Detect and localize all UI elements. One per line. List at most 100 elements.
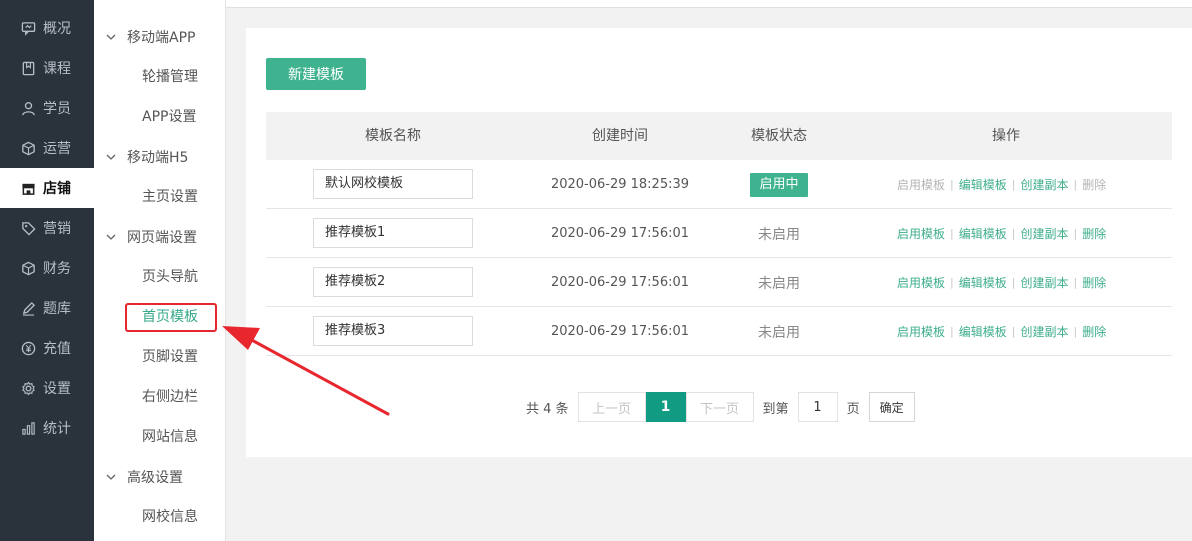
chevron-down-icon: [106, 472, 116, 482]
nav-item-operations[interactable]: 运营: [0, 128, 94, 168]
store-icon: [20, 180, 36, 196]
separator: |: [1011, 227, 1016, 240]
group-label: 高级设置: [127, 470, 183, 486]
template-name-field[interactable]: 推荐模板1: [313, 218, 473, 248]
delete-template-link[interactable]: 删除: [1082, 323, 1106, 340]
submenu-item-right-sidebar[interactable]: 右侧边栏: [142, 387, 198, 407]
group-web[interactable]: 网页端设置: [106, 227, 197, 247]
header-created: 创建时间: [592, 128, 648, 144]
page-unit: 页: [846, 401, 860, 417]
separator: |: [950, 178, 954, 191]
nav-item-statistics[interactable]: 统计: [0, 408, 94, 448]
table-row: 推荐模板2 2020-06-29 17:56:01 未启用 启用模板 | 编辑模板…: [266, 258, 1172, 307]
template-name-field[interactable]: 推荐模板2: [313, 267, 473, 297]
book-icon: [20, 60, 36, 76]
edit-template-link[interactable]: 编辑模板: [959, 225, 1007, 242]
chevron-down-icon: [106, 232, 116, 242]
group-mobile-app[interactable]: 移动端APP: [106, 27, 195, 47]
submenu-item-carousel[interactable]: 轮播管理: [142, 67, 198, 87]
enable-template-link[interactable]: 启用模板: [897, 176, 945, 193]
status-cell: 启用中: [720, 160, 838, 209]
chat-icon: [20, 20, 36, 36]
submenu-item-site-info[interactable]: 网站信息: [142, 427, 198, 447]
group-mobile-h5[interactable]: 移动端H5: [106, 147, 188, 167]
pagination: 共 4 条 上一页 1 下一页 到第 1 页 确定: [526, 392, 915, 422]
prev-page-button[interactable]: 上一页: [577, 392, 646, 422]
delete-template-link[interactable]: 删除: [1082, 274, 1106, 291]
nav-label: 统计: [43, 421, 71, 437]
table-header: 模板名称 创建时间 模板状态 操作: [266, 112, 1172, 160]
nav-item-finance[interactable]: 财务: [0, 248, 94, 288]
copy-template-link[interactable]: 创建副本: [1020, 274, 1068, 291]
edit-template-link[interactable]: 编辑模板: [959, 274, 1007, 291]
template-panel: 新建模板 模板名称 创建时间 模板状态 操作 默认网校模板 2020-06-29…: [246, 28, 1192, 457]
gear-icon: [20, 380, 36, 396]
separator: |: [950, 227, 954, 240]
user-icon: [20, 100, 36, 116]
yen-icon: [20, 340, 36, 356]
nav-label: 学员: [43, 101, 71, 117]
status-text: 未启用: [758, 275, 800, 292]
status-text: 未启用: [758, 226, 800, 243]
nav-label: 充值: [43, 341, 71, 357]
total-count: 共 4 条: [526, 401, 569, 417]
status-text: 未启用: [758, 324, 800, 341]
nav-item-settings[interactable]: 设置: [0, 368, 94, 408]
nav-label: 课程: [43, 61, 71, 77]
separator: |: [1073, 227, 1078, 240]
group-advanced[interactable]: 高级设置: [106, 467, 183, 487]
submenu-item-school-info[interactable]: 网校信息: [142, 507, 198, 527]
row-actions: 启用模板 | 编辑模板 | 创建副本 | 删除: [897, 258, 1106, 307]
delete-template-link[interactable]: 删除: [1082, 225, 1106, 242]
cube-icon: [20, 260, 36, 276]
edit-template-link[interactable]: 编辑模板: [959, 323, 1007, 340]
row-actions: 启用模板 | 编辑模板 | 创建副本 | 删除: [897, 307, 1106, 356]
enable-template-link[interactable]: 启用模板: [897, 323, 945, 340]
submenu-item-app-settings[interactable]: APP设置: [142, 107, 196, 127]
nav-label: 设置: [43, 381, 71, 397]
nav-label: 运营: [43, 141, 71, 157]
highlight-box: [125, 303, 217, 332]
new-template-button[interactable]: 新建模板: [266, 58, 366, 90]
enable-template-link[interactable]: 启用模板: [897, 225, 945, 242]
nav-item-students[interactable]: 学员: [0, 88, 94, 128]
header-status: 模板状态: [751, 128, 807, 144]
template-name-field[interactable]: 推荐模板3: [313, 316, 473, 346]
nav-item-courses[interactable]: 课程: [0, 48, 94, 88]
delete-template-link[interactable]: 删除: [1082, 176, 1106, 193]
submenu-item-footer-settings[interactable]: 页脚设置: [142, 347, 198, 367]
row-actions: 启用模板 | 编辑模板 | 创建副本 | 删除: [897, 209, 1106, 258]
nav-item-overview[interactable]: 概况: [0, 8, 94, 48]
bar-chart-icon: [20, 420, 36, 436]
copy-template-link[interactable]: 创建副本: [1020, 323, 1068, 340]
page-number-input[interactable]: 1: [797, 392, 838, 422]
group-label: 网页端设置: [127, 230, 197, 246]
nav-item-marketing[interactable]: 营销: [0, 208, 94, 248]
nav-label: 营销: [43, 221, 71, 237]
separator: |: [1011, 325, 1016, 338]
table-row: 推荐模板1 2020-06-29 17:56:01 未启用 启用模板 | 编辑模板…: [266, 209, 1172, 258]
main-nav: 概况 课程 学员 运营 店铺 营销 财务 题库 充值 设置 统计: [0, 0, 94, 541]
next-page-button[interactable]: 下一页: [685, 392, 754, 422]
nav-item-store[interactable]: 店铺: [0, 168, 94, 208]
submenu-item-header-nav[interactable]: 页头导航: [142, 267, 198, 287]
created-time: 2020-06-29 17:56:01: [550, 275, 690, 290]
enable-template-link[interactable]: 启用模板: [897, 274, 945, 291]
row-actions: 启用模板 | 编辑模板 | 创建副本 | 删除: [897, 160, 1106, 209]
separator: |: [1073, 178, 1078, 191]
copy-template-link[interactable]: 创建副本: [1020, 176, 1068, 193]
edit-template-link[interactable]: 编辑模板: [959, 176, 1007, 193]
copy-template-link[interactable]: 创建副本: [1020, 225, 1068, 242]
submenu-item-home-settings[interactable]: 主页设置: [142, 187, 198, 207]
chevron-down-icon: [106, 152, 116, 162]
nav-item-recharge[interactable]: 充值: [0, 328, 94, 368]
current-page-button[interactable]: 1: [645, 392, 686, 422]
separator: |: [1011, 276, 1016, 289]
chevron-down-icon: [106, 32, 116, 42]
template-name-field[interactable]: 默认网校模板: [313, 169, 473, 199]
created-time: 2020-06-29 18:25:39: [550, 177, 690, 192]
confirm-page-button[interactable]: 确定: [868, 392, 915, 422]
header-actions: 操作: [992, 128, 1020, 144]
nav-item-question-bank[interactable]: 题库: [0, 288, 94, 328]
tag-icon: [20, 220, 36, 236]
